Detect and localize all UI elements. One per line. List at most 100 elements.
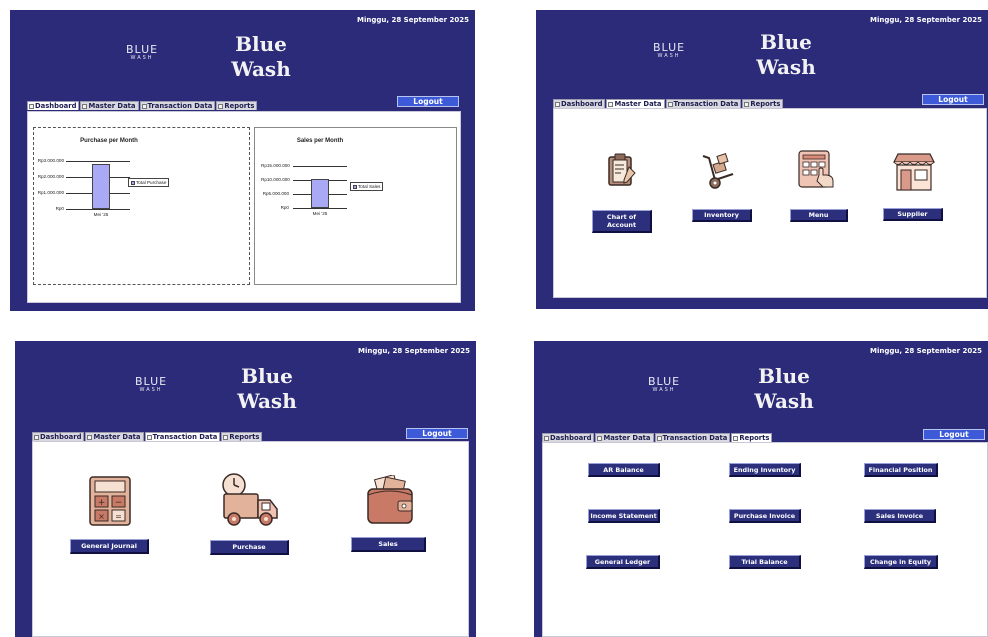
- tab-transaction-data[interactable]: Transaction Data: [144, 432, 221, 441]
- app-title: Blue Wash: [231, 32, 291, 81]
- tab-icon: [555, 101, 560, 107]
- tab-icon: [656, 435, 662, 441]
- tab-icon: [87, 434, 93, 440]
- y-tick-label: Rp1.000.000: [37, 190, 64, 195]
- y-tick-label: Rp5.000.000: [262, 191, 289, 196]
- chart-of-account-button[interactable]: Chart of Account: [592, 210, 652, 233]
- tab-master-data[interactable]: Master Data: [80, 101, 139, 110]
- financial-position-button[interactable]: Financial Position: [864, 463, 938, 477]
- date-label: Minggu, 28 September 2025: [870, 347, 982, 355]
- tab-icon: [733, 435, 739, 441]
- y-tick-label: Rp2.000.000: [37, 174, 64, 179]
- x-tick-label: Mei '25: [93, 212, 109, 217]
- chart-title: Purchase per Month: [80, 138, 138, 144]
- tab-master-data[interactable]: Master Data: [606, 99, 665, 108]
- master-data-content: Chart of Account Inventory Menu Supplier: [553, 108, 987, 298]
- tab-icon: [29, 103, 34, 109]
- y-tick-label: Rp3.000.000: [37, 158, 64, 163]
- y-tick-label: Rp15.000.000: [261, 163, 290, 168]
- inventory-button[interactable]: Inventory: [692, 209, 752, 222]
- income-statement-button[interactable]: Income Statement: [588, 509, 660, 523]
- svg-text:+: +: [98, 498, 106, 508]
- general-journal-button[interactable]: General Journal: [70, 539, 149, 554]
- menu-tablet-icon: [798, 150, 834, 188]
- brand-logo: BLUE WASH: [135, 375, 168, 393]
- tab-reports[interactable]: Reports: [731, 433, 773, 442]
- transaction-data-screen: Minggu, 28 September 2025 BLUE WASH Blue…: [15, 341, 476, 637]
- sales-invoice-button[interactable]: Sales Invoice: [864, 509, 936, 523]
- purchase-chart: Purchase per Month Rp3.000.000 Rp2.000.0…: [33, 127, 250, 285]
- delivery-truck-icon: [222, 473, 278, 526]
- transaction-content: + − × = General Journal Purchase Sales: [32, 441, 469, 637]
- tab-icon: [667, 101, 673, 107]
- tab-icon: [218, 103, 224, 109]
- tab-transaction-data[interactable]: Transaction Data: [139, 101, 216, 110]
- x-tick-label: Mei '25: [312, 211, 328, 216]
- trial-balance-button[interactable]: Trial Balance: [729, 555, 801, 569]
- supplier-button[interactable]: Supplier: [883, 208, 943, 221]
- tab-bar: Dashboard Master Data Transaction Data R…: [542, 433, 773, 442]
- x-axis: [66, 209, 130, 210]
- date-label: Minggu, 28 September 2025: [358, 347, 470, 355]
- tab-icon: [597, 435, 603, 441]
- purchase-button[interactable]: Purchase: [210, 540, 289, 555]
- menu-button[interactable]: Menu: [790, 209, 848, 222]
- change-in-equity-button[interactable]: Change in Equity: [864, 555, 938, 569]
- sales-button[interactable]: Sales: [351, 537, 426, 552]
- tab-reports[interactable]: Reports: [742, 99, 784, 108]
- tab-dashboard[interactable]: Dashboard: [27, 101, 80, 110]
- chart-title: Sales per Month: [296, 138, 344, 144]
- date-label: Minggu, 28 September 2025: [870, 16, 982, 24]
- tab-dashboard[interactable]: Dashboard: [542, 433, 595, 442]
- logout-button[interactable]: Logout: [397, 96, 459, 107]
- tab-icon: [146, 434, 152, 440]
- tab-master-data[interactable]: Master Data: [85, 432, 144, 441]
- tab-transaction-data[interactable]: Transaction Data: [654, 433, 731, 442]
- tab-icon: [744, 101, 750, 107]
- brand-logo: BLUE WASH: [126, 43, 159, 61]
- svg-text:×: ×: [98, 512, 105, 521]
- clipboard-icon: [608, 153, 636, 186]
- tab-master-data[interactable]: Master Data: [595, 433, 654, 442]
- ending-inventory-button[interactable]: Ending Inventory: [729, 463, 801, 477]
- legend-swatch: [353, 184, 357, 189]
- tab-transaction-data[interactable]: Transaction Data: [665, 99, 742, 108]
- wallet-icon: [367, 475, 413, 524]
- svg-text:=: =: [115, 512, 122, 521]
- y-tick-label: Rp0: [280, 205, 289, 210]
- tab-icon: [544, 435, 549, 441]
- logout-button[interactable]: Logout: [406, 428, 468, 439]
- dashboard-screen: Minggu, 28 September 2025 BLUE WASH Blue…: [10, 10, 475, 311]
- tab-dashboard[interactable]: Dashboard: [553, 99, 606, 108]
- purchase-invoice-button[interactable]: Purchase Invoice: [729, 509, 801, 523]
- tab-bar: Dashboard Master Data Transaction Data R…: [553, 99, 784, 108]
- tab-icon: [223, 434, 229, 440]
- bar-purchase-mei-25: [92, 164, 110, 209]
- logout-button[interactable]: Logout: [922, 94, 984, 105]
- bar-sales-mei-25: [311, 179, 329, 208]
- app-title: Blue Wash: [756, 30, 816, 79]
- gridline: [66, 161, 130, 162]
- x-axis: [293, 208, 347, 209]
- ar-balance-button[interactable]: AR Balance: [588, 463, 660, 477]
- chart-legend: Total Sales: [350, 182, 384, 191]
- master-data-screen: Minggu, 28 September 2025 BLUE WASH Blue…: [536, 10, 988, 309]
- tab-icon: [608, 101, 614, 107]
- app-title: Blue Wash: [754, 364, 814, 413]
- legend-swatch: [131, 180, 135, 185]
- general-ledger-button[interactable]: General Ledger: [586, 555, 660, 569]
- hand-truck-icon: [702, 153, 734, 189]
- brand-logo: BLUE WASH: [648, 375, 681, 393]
- svg-text:−: −: [115, 498, 123, 508]
- tab-bar: Dashboard Master Data Transaction Data R…: [27, 101, 258, 110]
- tab-reports[interactable]: Reports: [216, 101, 258, 110]
- sales-chart: Sales per Month Rp15.000.000 Rp10.000.00…: [254, 127, 457, 285]
- chart-legend: Total Purchase: [128, 178, 170, 187]
- store-icon: [893, 153, 935, 191]
- logout-button[interactable]: Logout: [923, 429, 985, 440]
- brand-logo: BLUE WASH: [653, 41, 686, 59]
- tab-bar: Dashboard Master Data Transaction Data R…: [32, 432, 263, 441]
- tab-reports[interactable]: Reports: [221, 432, 263, 441]
- calculator-icon: + − × =: [89, 476, 131, 526]
- tab-dashboard[interactable]: Dashboard: [32, 432, 85, 441]
